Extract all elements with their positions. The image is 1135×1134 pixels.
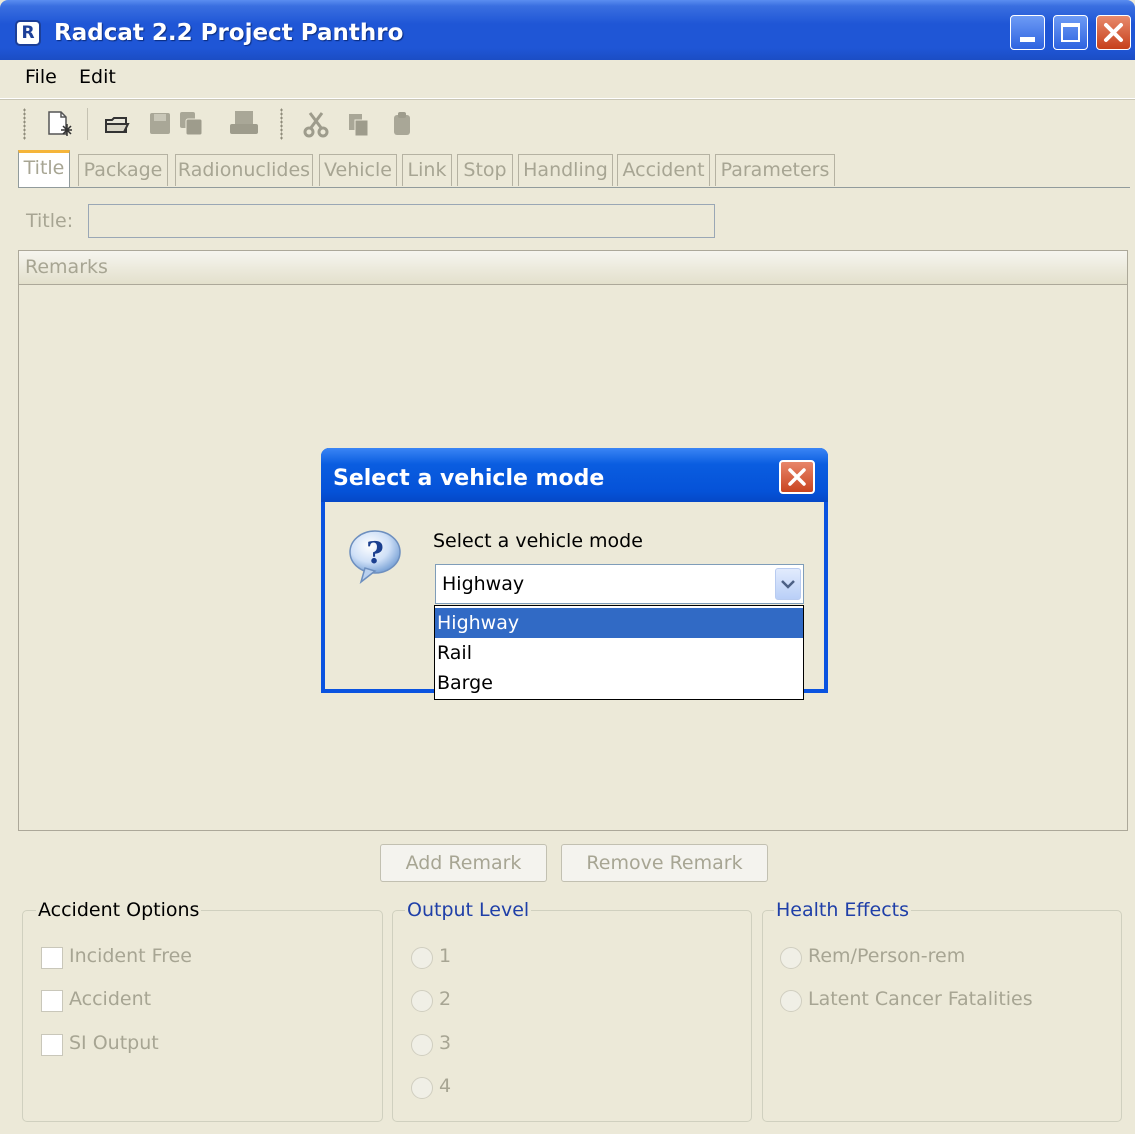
dialog-title-bar[interactable]: Select a vehicle mode <box>321 448 828 502</box>
tab-accident[interactable]: Accident <box>617 154 710 186</box>
tab-title[interactable]: Title <box>18 150 70 187</box>
paste-icon[interactable] <box>389 110 415 138</box>
toolbar-separator <box>87 108 88 140</box>
incident-free-checkbox[interactable] <box>41 947 63 969</box>
tab-handling[interactable]: Handling <box>518 154 613 186</box>
option-barge[interactable]: Barge <box>435 668 803 698</box>
tab-vehicle[interactable]: Vehicle <box>319 154 397 186</box>
vehicle-mode-options-list: Highway Rail Barge <box>434 605 804 700</box>
dialog-close-button[interactable] <box>779 460 815 494</box>
menu-file[interactable]: File <box>25 66 57 88</box>
title-label: Title: <box>26 210 74 232</box>
toolbar-grip[interactable] <box>23 108 26 140</box>
tab-parameters[interactable]: Parameters <box>715 154 835 186</box>
si-output-label: SI Output <box>69 1032 159 1054</box>
tab-stop[interactable]: Stop <box>457 154 513 186</box>
save-icon[interactable] <box>147 110 173 138</box>
cut-icon[interactable] <box>303 110 329 138</box>
question-icon: ? <box>349 530 401 584</box>
option-rail[interactable]: Rail <box>435 638 803 668</box>
dialog-title: Select a vehicle mode <box>333 466 605 491</box>
remarks-header: Remarks <box>18 250 1128 285</box>
tab-radionuclides[interactable]: Radionuclides <box>175 154 313 186</box>
incident-free-label: Incident Free <box>69 945 192 967</box>
remove-remark-button[interactable]: Remove Remark <box>561 844 768 882</box>
toolbar <box>0 99 1135 148</box>
rem-person-rem-radio[interactable] <box>780 947 802 969</box>
title-bar[interactable]: R Radcat 2.2 Project Panthro <box>0 0 1135 60</box>
output-level-4-label: 4 <box>439 1075 452 1097</box>
output-level-title: Output Level <box>405 899 532 921</box>
save-all-icon[interactable] <box>178 110 204 138</box>
menu-edit[interactable]: Edit <box>79 66 116 88</box>
tab-link[interactable]: Link <box>402 154 452 186</box>
health-effects-title: Health Effects <box>774 899 912 921</box>
output-level-3-radio[interactable] <box>411 1034 433 1056</box>
output-level-1-label: 1 <box>439 945 452 967</box>
close-button[interactable] <box>1096 15 1131 50</box>
menu-bar: File Edit <box>0 60 1135 99</box>
output-level-2-label: 2 <box>439 988 452 1010</box>
accident-label: Accident <box>69 988 152 1010</box>
dropdown-arrow-button[interactable] <box>775 568 801 600</box>
output-level-4-radio[interactable] <box>411 1077 433 1099</box>
latent-cancer-fatalities-label: Latent Cancer Fatalities <box>808 988 1033 1010</box>
minimize-icon <box>1020 37 1035 42</box>
option-highway[interactable]: Highway <box>435 608 803 638</box>
open-icon[interactable] <box>104 110 130 138</box>
tab-package[interactable]: Package <box>78 154 168 186</box>
accident-options-group <box>22 910 383 1122</box>
rem-person-rem-label: Rem/Person-rem <box>808 945 966 967</box>
si-output-checkbox[interactable] <box>41 1034 63 1056</box>
output-level-1-radio[interactable] <box>411 947 433 969</box>
copy-icon[interactable] <box>346 110 372 138</box>
window-title: Radcat 2.2 Project Panthro <box>54 20 404 46</box>
dialog-message: Select a vehicle mode <box>433 530 643 552</box>
tab-panel-border <box>18 187 1130 188</box>
print-icon[interactable] <box>228 110 260 138</box>
chevron-down-icon <box>781 580 795 589</box>
output-level-2-radio[interactable] <box>411 990 433 1012</box>
main-window: R Radcat 2.2 Project Panthro File Edit T… <box>0 0 1135 1134</box>
title-field[interactable] <box>88 204 715 238</box>
add-remark-button[interactable]: Add Remark <box>380 844 547 882</box>
close-icon <box>788 468 806 486</box>
maximize-icon <box>1061 23 1080 42</box>
health-effects-group <box>762 910 1122 1122</box>
accident-checkbox[interactable] <box>41 990 63 1012</box>
close-icon <box>1104 23 1123 42</box>
maximize-button[interactable] <box>1053 15 1088 50</box>
vehicle-mode-select[interactable]: Highway <box>435 564 804 604</box>
latent-cancer-fatalities-radio[interactable] <box>780 990 802 1012</box>
new-file-icon[interactable] <box>46 110 72 138</box>
output-level-3-label: 3 <box>439 1032 452 1054</box>
vehicle-mode-selected-value: Highway <box>442 573 525 595</box>
toolbar-grip-2 <box>280 108 283 140</box>
tab-strip: Title Package Radionuclides Vehicle Link… <box>0 150 1135 188</box>
minimize-button[interactable] <box>1010 15 1045 50</box>
svg-text:?: ? <box>366 536 384 571</box>
accident-options-title: Accident Options <box>36 899 202 921</box>
app-icon: R <box>15 20 41 46</box>
